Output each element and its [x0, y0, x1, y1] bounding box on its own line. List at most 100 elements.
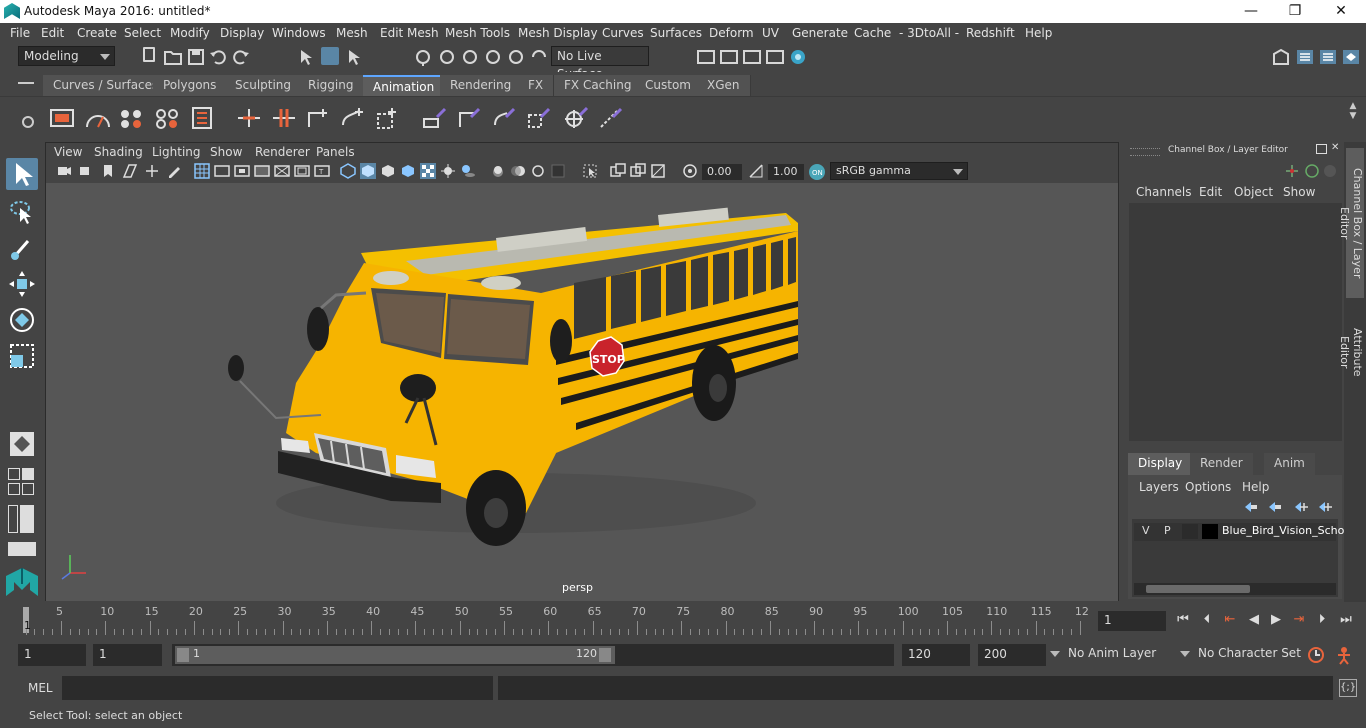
character-set-dropdown[interactable]: No Character Set	[1198, 646, 1301, 660]
manipulator-icon[interactable]	[1284, 163, 1300, 179]
rotate-tool[interactable]	[6, 304, 38, 336]
shadows-icon[interactable]	[460, 163, 476, 179]
channels-menu[interactable]: Channels	[1136, 185, 1192, 199]
backface-culling-icon[interactable]	[650, 163, 666, 179]
modeling-toolkit-icon[interactable]	[1272, 48, 1290, 66]
paint-select-tool[interactable]	[6, 232, 38, 264]
color-space-dropdown[interactable]: sRGB gamma	[830, 162, 968, 180]
minimize-button[interactable]: —	[1228, 0, 1274, 23]
step-forward-frame-button[interactable]: ⏵	[1313, 612, 1331, 628]
select-by-hierarchy-icon[interactable]	[298, 48, 316, 66]
tab-custom[interactable]: Custom	[635, 75, 702, 96]
menu-redshift[interactable]: Redshift	[966, 26, 1015, 40]
four-view-layout-icon[interactable]	[8, 468, 36, 498]
current-frame-field[interactable]: 1	[1098, 611, 1166, 631]
close-panel-icon[interactable]: ✕	[1331, 142, 1339, 153]
scrollbar-thumb[interactable]	[1146, 585, 1250, 593]
snap-curve-icon[interactable]	[438, 48, 456, 66]
help-menu[interactable]: Help	[1242, 480, 1269, 494]
grease-pencil-icon[interactable]	[166, 163, 182, 179]
resolution-gate-icon[interactable]	[234, 163, 250, 179]
script-editor-icon[interactable]: {;}	[1339, 679, 1357, 697]
outliner-persp-layout-icon[interactable]	[8, 505, 36, 533]
show-menu[interactable]: Show	[1283, 185, 1315, 199]
tab-attribute-editor[interactable]: Attribute Editor	[1338, 307, 1364, 397]
motion-blur-icon[interactable]	[510, 163, 526, 179]
tab-sculpting[interactable]: Sculpting	[225, 75, 303, 96]
single-perspective-layout[interactable]	[6, 428, 38, 460]
menu-generate[interactable]: Generate	[792, 26, 848, 40]
viewport-menu-renderer[interactable]: Renderer	[255, 145, 310, 159]
menu-windows[interactable]: Windows	[272, 26, 326, 40]
select-camera-icon[interactable]	[56, 163, 72, 179]
layer-color-swatch[interactable]	[1202, 524, 1218, 539]
animation-end-field[interactable]: 200	[978, 644, 1046, 666]
orient-constraint-icon[interactable]	[490, 105, 518, 131]
menu-3dtoall[interactable]: - 3DtoAll -	[899, 26, 959, 40]
menu-cache[interactable]: Cache	[854, 26, 891, 40]
viewport-menu-panels[interactable]: Panels	[316, 145, 355, 159]
range-start-handle[interactable]	[177, 648, 189, 662]
attribute-editor-toggle-icon[interactable]	[1296, 48, 1314, 66]
viewport-menu-show[interactable]: Show	[210, 145, 242, 159]
close-button[interactable]: ✕	[1318, 0, 1364, 23]
new-scene-icon[interactable]	[143, 47, 155, 62]
trax-editor-icon[interactable]	[154, 105, 182, 131]
xray-joints-icon[interactable]	[610, 163, 626, 179]
save-scene-icon[interactable]	[187, 48, 205, 66]
options-menu[interactable]: Options	[1185, 480, 1231, 494]
ipr-render-icon[interactable]	[743, 48, 761, 66]
menu-uv[interactable]: UV	[762, 26, 779, 40]
layer-display-type[interactable]	[1182, 524, 1198, 539]
character-set-dropdown-arrow[interactable]	[1180, 651, 1190, 657]
open-scene-icon[interactable]	[164, 48, 182, 66]
snap-view-plane-icon[interactable]	[507, 48, 525, 66]
color-management-icon[interactable]: ON	[808, 163, 826, 181]
live-surface-field[interactable]: No Live Surface	[551, 46, 649, 81]
wireframe-on-shaded-icon[interactable]	[380, 163, 396, 179]
menu-file[interactable]: File	[10, 26, 30, 40]
menu-mesh-display[interactable]: Mesh Display	[518, 26, 598, 40]
move-layer-down-icon[interactable]	[1268, 501, 1282, 513]
float-panel-icon[interactable]	[1316, 144, 1327, 154]
playback-end-field[interactable]: 120	[902, 644, 970, 666]
object-menu[interactable]: Object	[1234, 185, 1273, 199]
play-backwards-button[interactable]: ◀	[1245, 612, 1263, 628]
play-forwards-button[interactable]: ▶	[1267, 612, 1285, 628]
safe-action-icon[interactable]	[294, 163, 310, 179]
graph-persp-layout-icon[interactable]	[8, 542, 36, 556]
anim-layer-dropdown-arrow[interactable]	[1050, 651, 1060, 657]
move-layer-up-icon[interactable]	[1244, 501, 1258, 513]
menu-edit-mesh[interactable]: Edit Mesh	[380, 26, 439, 40]
maximize-button[interactable]: ❐	[1272, 0, 1318, 23]
menu-edit[interactable]: Edit	[41, 26, 64, 40]
edit-menu[interactable]: Edit	[1199, 185, 1222, 199]
animation-preferences-icon[interactable]	[1334, 645, 1354, 665]
camera-attributes-icon[interactable]	[78, 163, 94, 179]
step-back-frame-button[interactable]: ⏴	[1198, 612, 1216, 628]
panel-drag-handle[interactable]	[1130, 148, 1160, 156]
playblast-icon[interactable]	[48, 105, 76, 131]
pole-vector-constraint-icon[interactable]	[597, 105, 625, 131]
smooth-shade-icon[interactable]	[360, 163, 376, 179]
tab-display[interactable]: Display	[1128, 453, 1193, 475]
time-slider[interactable]: 1 5 10 15 20 25 30 35 40 45 50 55 60 65 70 75 80 85 90 95 1…	[18, 605, 1091, 635]
use-all-lights-icon[interactable]	[440, 163, 456, 179]
scale-tool[interactable]	[6, 340, 38, 372]
menu-help[interactable]: Help	[1025, 26, 1052, 40]
bookmarks-icon[interactable]	[100, 163, 116, 179]
range-end-handle[interactable]	[599, 648, 611, 662]
tab-animation[interactable]: Animation	[363, 75, 446, 96]
layer-horizontal-scrollbar[interactable]	[1134, 583, 1336, 595]
isolate-select-icon[interactable]	[582, 163, 598, 179]
tab-render[interactable]: Render	[1190, 453, 1253, 475]
menu-set-dropdown[interactable]: Modeling	[18, 46, 115, 66]
menu-modify[interactable]: Modify	[170, 26, 210, 40]
xray-icon[interactable]	[420, 163, 436, 179]
layer-name[interactable]: Blue_Bird_Vision_Scho	[1222, 524, 1344, 537]
gamma-icon[interactable]	[748, 163, 764, 179]
step-forward-key-button[interactable]: ⇥	[1290, 612, 1308, 628]
layers-menu[interactable]: Layers	[1139, 480, 1179, 494]
gate-mask-icon[interactable]	[254, 163, 270, 179]
safe-title-icon[interactable]: T	[314, 163, 330, 179]
